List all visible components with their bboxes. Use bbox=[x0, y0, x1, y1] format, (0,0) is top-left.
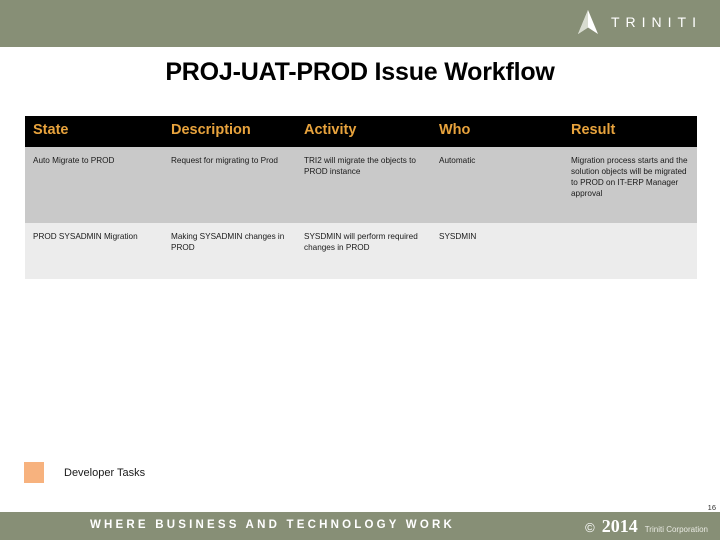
column-header-description: Description bbox=[163, 116, 296, 147]
header-band: TRINITI bbox=[0, 0, 720, 47]
cell-who: SYSDMIN bbox=[431, 222, 563, 279]
cell-who: Automatic bbox=[431, 146, 563, 223]
cell-activity: SYSDMIN will perform required changes in… bbox=[296, 222, 431, 279]
table-row: Auto Migrate to PROD Request for migrati… bbox=[25, 146, 697, 223]
cell-description: Making SYSADMIN changes in PROD bbox=[163, 222, 296, 279]
company-name: Triniti Corporation bbox=[644, 525, 708, 534]
column-header-result: Result bbox=[563, 116, 697, 147]
legend: Developer Tasks bbox=[24, 462, 145, 483]
footer-tagline: WHERE BUSINESS AND TECHNOLOGY WORK bbox=[90, 519, 456, 531]
cell-state: PROD SYSADMIN Migration bbox=[25, 222, 163, 279]
column-header-state: State bbox=[25, 116, 163, 147]
cell-result bbox=[563, 222, 697, 279]
legend-label-developer-tasks: Developer Tasks bbox=[64, 466, 146, 479]
workflow-table: State Description Activity Who Result Au… bbox=[25, 116, 697, 279]
copyright-icon: © bbox=[585, 520, 595, 535]
triniti-triangle-icon bbox=[578, 10, 598, 34]
page-number: 16 bbox=[707, 503, 716, 512]
table-header-row: State Description Activity Who Result bbox=[25, 116, 697, 147]
page-title: PROJ-UAT-PROD Issue Workflow bbox=[165, 58, 555, 86]
cell-activity: TRI2 will migrate the objects to PROD in… bbox=[296, 146, 431, 223]
table-row: PROD SYSADMIN Migration Making SYSADMIN … bbox=[25, 222, 697, 279]
cell-state: Auto Migrate to PROD bbox=[25, 146, 163, 223]
footer-copyright: © 2014 Triniti Corporation bbox=[585, 517, 708, 535]
cell-description: Request for migrating to Prod bbox=[163, 146, 296, 223]
brand-lockup: TRINITI bbox=[575, 9, 704, 35]
brand-name: TRINITI bbox=[611, 14, 702, 30]
column-header-who: Who bbox=[431, 116, 563, 147]
cell-result: Migration process starts and the solutio… bbox=[563, 146, 697, 223]
legend-color-swatch-developer-tasks bbox=[24, 462, 44, 483]
column-header-activity: Activity bbox=[296, 116, 431, 147]
copyright-year: 2014 bbox=[601, 516, 638, 536]
